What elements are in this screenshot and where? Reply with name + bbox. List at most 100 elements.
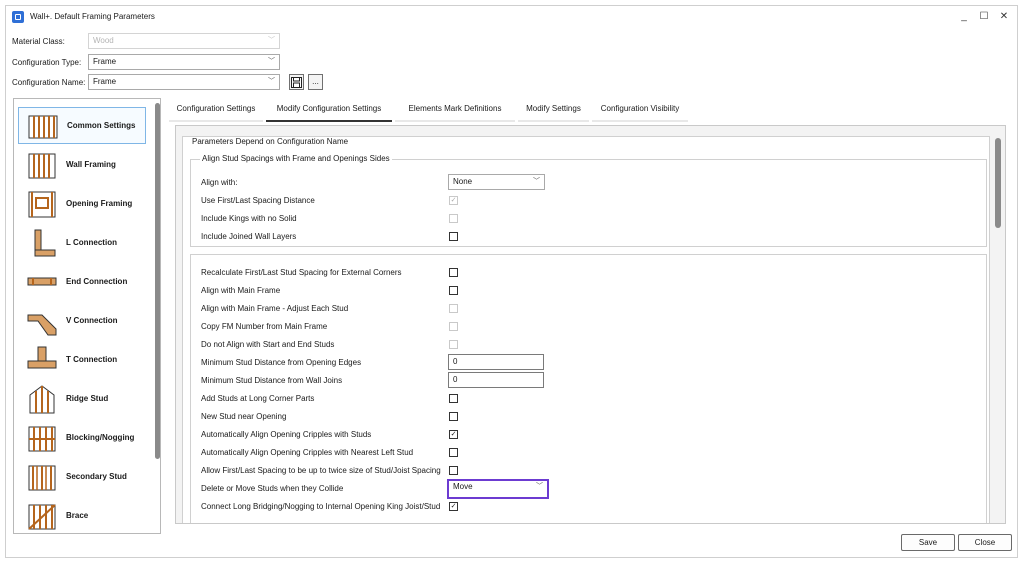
secondary-stud-icon (28, 465, 56, 490)
align-main-frame-label: Align with Main Frame (201, 286, 281, 295)
configuration-name-label: Configuration Name: (12, 78, 86, 87)
sidebar-item-label: Blocking/Nogging (66, 433, 135, 442)
allow-first-last-twice-label: Allow First/Last Spacing to be up to twi… (201, 466, 441, 475)
min-stud-distance-opening-input[interactable]: 0 (448, 354, 544, 370)
sidebar-item-label: Opening Framing (66, 199, 133, 208)
configuration-type-combo[interactable]: Frame ﹀ (88, 54, 280, 70)
material-class-combo: Wood ﹀ (88, 33, 280, 49)
sidebar-item-label: Brace (66, 511, 89, 520)
ridge-stud-icon (29, 384, 55, 413)
settings-panel: Parameters Depend on Configuration Name … (175, 125, 1006, 524)
chevron-down-icon: ﹀ (268, 37, 275, 44)
recalculate-first-last-label: Recalculate First/Last Stud Spacing for … (201, 268, 402, 277)
recalculate-first-last-checkbox[interactable] (449, 268, 458, 277)
align-main-frame-adjust-checkbox[interactable] (449, 304, 458, 313)
align-main-frame-adjust-label: Align with Main Frame - Adjust Each Stud (201, 304, 349, 313)
add-studs-long-corner-label: Add Studs at Long Corner Parts (201, 394, 315, 403)
tab-modify-settings[interactable]: Modify Settings (518, 102, 589, 122)
save-button[interactable]: Save (901, 534, 955, 551)
use-first-last-spacing-checkbox[interactable]: ✓ (449, 196, 458, 205)
align-stud-spacings-title: Align Stud Spacings with Frame and Openi… (200, 154, 392, 163)
sidebar-item-ridge-stud[interactable]: Ridge Stud (18, 380, 146, 417)
sidebar-item-label: Secondary Stud (66, 472, 127, 481)
sidebar-item-v-connection[interactable]: V Connection (18, 302, 146, 339)
align-cripples-studs-checkbox[interactable]: ✓ (449, 430, 458, 439)
add-studs-long-corner-checkbox[interactable] (449, 394, 458, 403)
min-stud-distance-joins-input[interactable]: 0 (448, 372, 544, 388)
sidebar-item-label: V Connection (66, 316, 118, 325)
include-kings-checkbox[interactable] (449, 214, 458, 223)
connect-long-bridging-label: Connect Long Bridging/Nogging to Interna… (201, 502, 441, 511)
sidebar-item-blocking-nogging[interactable]: Blocking/Nogging (18, 419, 146, 456)
t-connection-icon (27, 346, 57, 368)
copy-fm-number-label: Copy FM Number from Main Frame (201, 322, 328, 331)
l-connection-icon (34, 229, 56, 256)
sidebar-item-label: T Connection (66, 355, 118, 364)
material-class-value: Wood (93, 36, 114, 45)
v-connection-icon (27, 314, 57, 335)
sidebar-item-l-connection[interactable]: L Connection (18, 224, 146, 261)
sidebar-item-label: Common Settings (67, 121, 136, 130)
tab-configuration-settings[interactable]: Configuration Settings (169, 102, 263, 122)
delete-or-move-studs-value: Move (453, 482, 473, 491)
align-cripples-nearest-left-checkbox[interactable] (449, 448, 458, 457)
sidebar-item-secondary-stud[interactable]: Secondary Stud (18, 458, 146, 495)
configuration-name-value: Frame (93, 77, 117, 86)
parameters-group-title: Parameters Depend on Configuration Name (190, 137, 351, 146)
sidebar-item-brace[interactable]: Brace (18, 497, 146, 533)
tab-modify-configuration-settings[interactable]: Modify Configuration Settings (266, 102, 392, 122)
include-joined-wall-layers-label: Include Joined Wall Layers (201, 232, 297, 241)
align-cripples-studs-label: Automatically Align Opening Cripples wit… (201, 430, 372, 439)
chevron-down-icon: ﹀ (268, 78, 275, 85)
tab-configuration-visibility[interactable]: Configuration Visibility (592, 102, 688, 122)
align-with-value: None (453, 177, 473, 186)
configuration-type-label: Configuration Type: (12, 58, 82, 67)
use-first-last-spacing-label: Use First/Last Spacing Distance (201, 196, 315, 205)
close-window-button[interactable]: ✕ (996, 10, 1012, 24)
sidebar-item-end-connection[interactable]: End Connection (18, 263, 146, 300)
connect-long-bridging-checkbox[interactable]: ✓ (449, 502, 458, 511)
blocking-nogging-icon (28, 426, 56, 451)
allow-first-last-twice-checkbox[interactable] (449, 466, 458, 475)
browse-configuration-button[interactable]: ... (308, 74, 323, 90)
copy-fm-number-checkbox[interactable] (449, 322, 458, 331)
sidebar-item-common-settings[interactable]: Common Settings (18, 107, 146, 144)
dialog-window: Wall+. Default Framing Parameters _ ☐ ✕ … (5, 5, 1018, 558)
end-connection-icon (27, 277, 57, 285)
delete-or-move-studs-combo[interactable]: Move ﹀ (447, 479, 549, 499)
panel-scrollbar[interactable] (995, 138, 1001, 228)
include-joined-wall-layers-checkbox[interactable] (449, 232, 458, 241)
do-not-align-start-end-label: Do not Align with Start and End Studs (201, 340, 335, 349)
sidebar-item-label: L Connection (66, 238, 117, 247)
common-settings-icon (28, 115, 58, 138)
close-button[interactable]: Close (958, 534, 1012, 551)
delete-or-move-studs-label: Delete or Move Studs when they Collide (201, 484, 344, 493)
app-icon (12, 11, 24, 23)
tab-elements-mark-definitions[interactable]: Elements Mark Definitions (395, 102, 515, 122)
new-stud-near-opening-checkbox[interactable] (449, 412, 458, 421)
configuration-name-combo[interactable]: Frame ﹀ (88, 74, 280, 90)
title-bar: Wall+. Default Framing Parameters _ ☐ ✕ (6, 6, 1017, 28)
maximize-button[interactable]: ☐ (976, 10, 992, 24)
align-with-label: Align with: (201, 178, 238, 187)
chevron-down-icon: ﹀ (536, 483, 543, 490)
window-title: Wall+. Default Framing Parameters (30, 12, 155, 21)
sidebar-item-opening-framing[interactable]: Opening Framing (18, 185, 146, 222)
do-not-align-start-end-checkbox[interactable] (449, 340, 458, 349)
align-with-combo[interactable]: None ﹀ (448, 174, 545, 190)
brace-icon (28, 503, 56, 530)
sidebar-item-wall-framing[interactable]: Wall Framing (18, 146, 146, 183)
opening-framing-icon (28, 191, 56, 217)
material-class-label: Material Class: (12, 37, 65, 46)
new-stud-near-opening-label: New Stud near Opening (201, 412, 287, 421)
minimize-button[interactable]: _ (956, 10, 972, 24)
save-configuration-button[interactable] (289, 74, 304, 90)
save-icon (291, 77, 302, 88)
sidebar-item-t-connection[interactable]: T Connection (18, 341, 146, 378)
min-stud-distance-joins-label: Minimum Stud Distance from Wall Joins (201, 376, 343, 385)
include-kings-label: Include Kings with no Solid (201, 214, 297, 223)
sidebar-scrollbar[interactable] (155, 103, 160, 459)
chevron-down-icon: ﹀ (533, 178, 540, 185)
align-main-frame-checkbox[interactable] (449, 286, 458, 295)
sidebar-item-label: End Connection (66, 277, 128, 286)
